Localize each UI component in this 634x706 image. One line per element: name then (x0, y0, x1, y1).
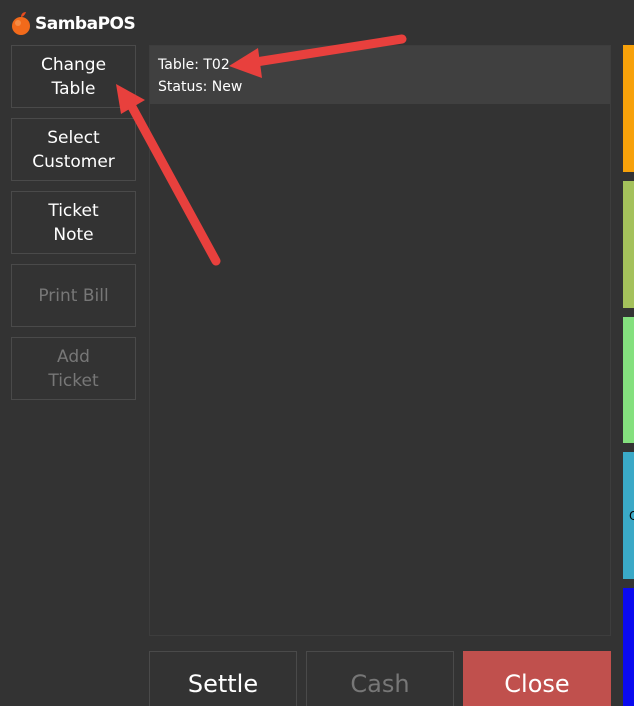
ticket-status-label: Status: New (158, 79, 243, 95)
title-bar: SambaPOS (0, 0, 634, 46)
category-tile[interactable] (623, 317, 634, 443)
cash-button[interactable]: Cash (306, 651, 454, 706)
settle-button[interactable]: Settle (149, 651, 297, 706)
select-customer-button[interactable]: Select Customer (11, 118, 136, 181)
add-ticket-button[interactable]: Add Ticket (11, 337, 136, 400)
ticket-table-label: Table: T02 (158, 57, 230, 73)
orange-fruit-icon (12, 12, 30, 35)
close-button[interactable]: Close (463, 651, 611, 706)
category-tile[interactable] (623, 181, 634, 308)
category-tile-label: Q (629, 509, 634, 523)
change-table-button[interactable]: Change Table (11, 45, 136, 108)
ticket-note-button[interactable]: Ticket Note (11, 191, 136, 254)
app-title: SambaPOS (35, 14, 136, 34)
ticket-header[interactable]: Table: T02 Status: New (150, 46, 610, 104)
ticket-panel: Table: T02 Status: New (149, 45, 611, 636)
print-bill-button[interactable]: Print Bill (11, 264, 136, 327)
category-tile[interactable]: Q (623, 452, 634, 579)
category-tile[interactable] (623, 45, 634, 172)
category-tile[interactable] (623, 588, 634, 706)
sambapos-window: SambaPOS Change Table Select Customer Ti… (0, 0, 634, 706)
